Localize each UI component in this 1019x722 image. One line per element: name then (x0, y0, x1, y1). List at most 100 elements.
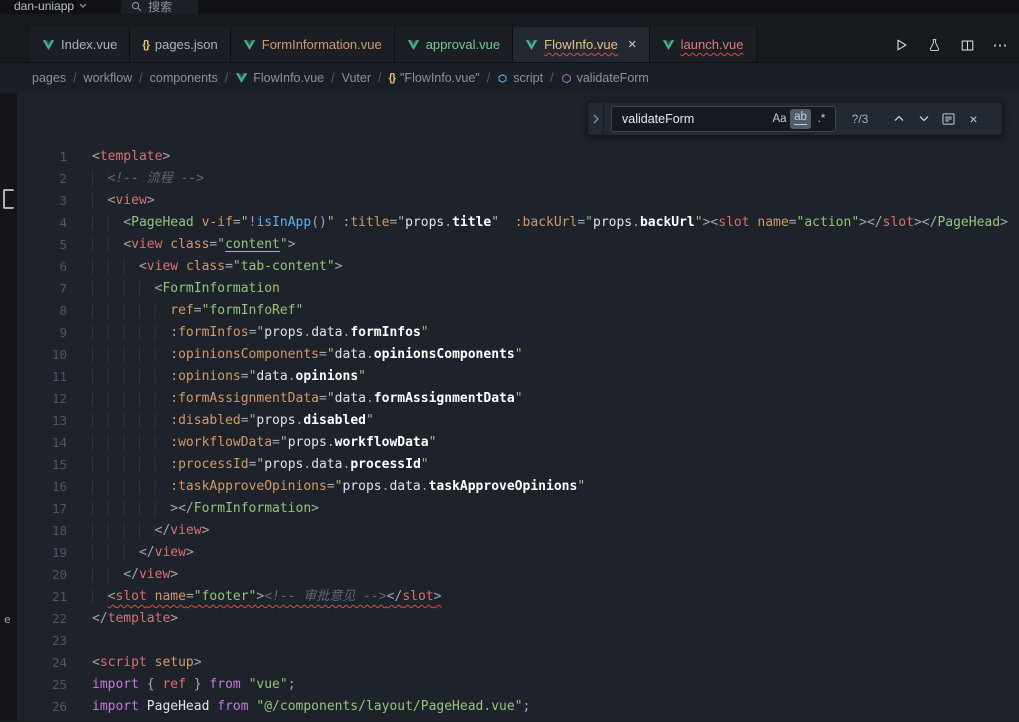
line-number[interactable]: 9 (17, 322, 67, 344)
line-number[interactable]: 14 (17, 432, 67, 454)
code-line[interactable]: 11 :opinions="data.opinions" (17, 366, 1019, 388)
code-text: </template> (67, 608, 178, 630)
code-line[interactable]: 13 :disabled="props.disabled" (17, 410, 1019, 432)
code-line[interactable]: 8 ref="formInfoRef" (17, 300, 1019, 322)
code-line[interactable]: 25import { ref } from "vue"; (17, 674, 1019, 696)
code-line[interactable]: 24<script setup> (17, 652, 1019, 674)
code-line[interactable]: 23 (17, 630, 1019, 652)
code-line[interactable]: 6 <view class="tab-content"> (17, 256, 1019, 278)
vue-icon (42, 39, 55, 51)
find-input[interactable] (620, 111, 769, 127)
code-line[interactable]: 9 :formInfos="props.data.formInfos" (17, 322, 1019, 344)
code-line[interactable]: 15 :processId="props.data.processId" (17, 454, 1019, 476)
code-line[interactable]: 22</template> (17, 608, 1019, 630)
line-number[interactable]: 17 (17, 498, 67, 520)
line-number[interactable]: 26 (17, 696, 67, 718)
whole-word-button[interactable]: ab (790, 109, 811, 129)
line-number[interactable]: 21 (17, 586, 67, 608)
code-line[interactable]: 12 :formAssignmentData="data.formAssignm… (17, 388, 1019, 410)
line-number[interactable]: 16 (17, 476, 67, 498)
code-text: <slot name="footer"><!-- 审批意见 --></slot> (67, 586, 441, 608)
line-number[interactable]: 3 (17, 190, 67, 212)
line-number[interactable]: 6 (17, 256, 67, 278)
close-icon[interactable]: × (628, 37, 637, 52)
code-text: :processId="props.data.processId" (67, 454, 429, 476)
line-number[interactable]: 10 (17, 344, 67, 366)
breadcrumb-separator: / (225, 71, 228, 85)
tab-launch.vue[interactable]: launch.vue (650, 27, 757, 62)
line-number[interactable]: 12 (17, 388, 67, 410)
run-button[interactable] (892, 36, 910, 54)
breadcrumb-item-components[interactable]: components (150, 71, 218, 85)
code-line[interactable]: 20 </view> (17, 564, 1019, 586)
breadcrumb-separator: / (331, 71, 334, 85)
code-line[interactable]: 16 :taskApproveOpinions="props.data.task… (17, 476, 1019, 498)
code-line[interactable]: 5 <view class="content"> (17, 234, 1019, 256)
line-number[interactable]: 22 (17, 608, 67, 630)
previous-match-button[interactable] (888, 108, 909, 129)
breadcrumb-label: script (513, 71, 543, 85)
line-number[interactable]: 1 (17, 146, 67, 168)
line-number[interactable]: 15 (17, 454, 67, 476)
line-number[interactable]: 20 (17, 564, 67, 586)
code-line[interactable]: 18 </view> (17, 520, 1019, 542)
code-line[interactable]: 3 <view> (17, 190, 1019, 212)
code-line[interactable]: 2 <!-- 流程 --> (17, 168, 1019, 190)
tab-approval.vue[interactable]: approval.vue (395, 27, 513, 62)
close-find-button[interactable]: × (963, 108, 984, 129)
find-in-selection-button[interactable] (938, 108, 959, 129)
line-number[interactable]: 4 (17, 212, 67, 234)
line-number[interactable]: 5 (17, 234, 67, 256)
breadcrumb-label: FlowInfo.vue (253, 71, 324, 85)
code-line[interactable]: 19 </view> (17, 542, 1019, 564)
search-icon (131, 1, 142, 12)
code-line[interactable]: 21 <slot name="footer"><!-- 审批意见 --></sl… (17, 586, 1019, 608)
code-area[interactable]: 1<template>2 <!-- 流程 -->3 <view>4 <PageH… (17, 146, 1019, 718)
breadcrumb-item-flowinfo-vue[interactable]: FlowInfo.vue (235, 71, 324, 85)
breadcrumb-item-workflow[interactable]: workflow (84, 71, 133, 85)
line-number[interactable]: 18 (17, 520, 67, 542)
beaker-button[interactable] (925, 36, 943, 54)
line-number[interactable]: 13 (17, 410, 67, 432)
breadcrumb-item-script[interactable]: script (497, 71, 543, 85)
breadcrumb-item-vuter[interactable]: Vuter (342, 71, 371, 85)
code-text: :disabled="props.disabled" (67, 410, 374, 432)
code-line[interactable]: 17 ></FormInformation> (17, 498, 1019, 520)
code-line[interactable]: 14 :workflowData="props.workflowData" (17, 432, 1019, 454)
breadcrumb-item-pages[interactable]: pages (32, 71, 66, 85)
tab-Index.vue[interactable]: Index.vue (30, 27, 130, 62)
code-text: <view class="tab-content"> (67, 256, 342, 278)
tab-FormInformation.vue[interactable]: FormInformation.vue (231, 27, 395, 62)
line-number[interactable]: 19 (17, 542, 67, 564)
line-number[interactable]: 2 (17, 168, 67, 190)
line-number[interactable]: 24 (17, 652, 67, 674)
breadcrumb-item--flowinfo-vue-[interactable]: { }"FlowInfo.vue" (389, 71, 480, 85)
workspace-label: dan-uniapp (14, 0, 74, 13)
breadcrumb-label: components (150, 71, 218, 85)
code-line[interactable]: 10 :opinionsComponents="data.opinionsCom… (17, 344, 1019, 366)
tab-pages.json[interactable]: { }pages.json (130, 27, 230, 62)
code-line[interactable]: 7 <FormInformation (17, 278, 1019, 300)
line-number[interactable]: 7 (17, 278, 67, 300)
match-case-button[interactable]: Aa (769, 109, 790, 129)
code-text: ref="formInfoRef" (67, 300, 303, 322)
more-actions-button[interactable]: ⋯ (991, 36, 1009, 54)
code-line[interactable]: 26import PageHead from "@/components/lay… (17, 696, 1019, 718)
code-line[interactable]: 1<template> (17, 146, 1019, 168)
editor[interactable]: e Aa ab .* ?/3 × 1<template>2 <!-- 流程 --… (0, 93, 1019, 721)
tab-FlowInfo.vue[interactable]: FlowInfo.vue× (513, 27, 649, 62)
code-line[interactable]: 4 <PageHead v-if="!isInApp()" :title="pr… (17, 212, 1019, 234)
code-text: <view class="content"> (67, 234, 296, 256)
line-number[interactable]: 25 (17, 674, 67, 696)
split-editor-button[interactable] (958, 36, 976, 54)
line-number[interactable]: 8 (17, 300, 67, 322)
next-match-button[interactable] (913, 108, 934, 129)
breadcrumb-item-validateform[interactable]: validateForm (561, 71, 649, 85)
breadcrumb: pages/workflow/components/FlowInfo.vue/V… (0, 63, 1019, 93)
line-number[interactable]: 11 (17, 366, 67, 388)
toggle-replace-button[interactable] (588, 102, 604, 135)
workspace-menu[interactable]: dan-uniapp (14, 0, 87, 13)
regex-button[interactable]: .* (811, 109, 832, 129)
line-number[interactable]: 23 (17, 630, 67, 652)
command-center-search[interactable]: 搜索 (121, 0, 198, 14)
